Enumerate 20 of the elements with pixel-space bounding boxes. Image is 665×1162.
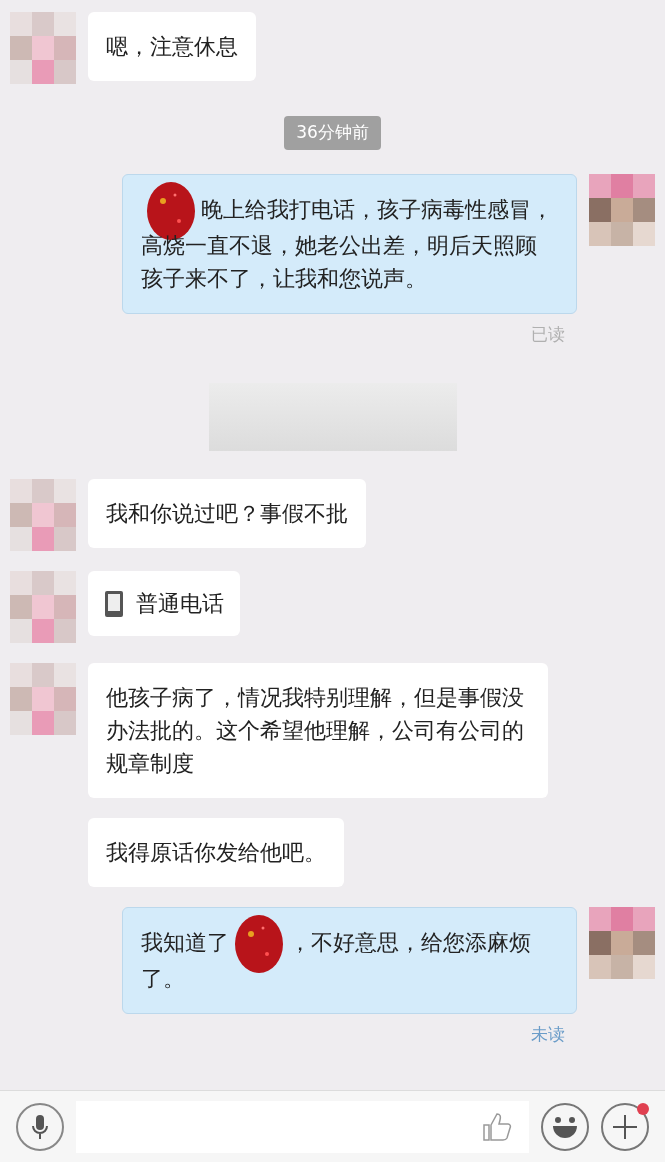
redaction-sticker [233,914,285,974]
thumbs-up-icon [481,1110,513,1143]
message-bubble: 晚上给我打电话，孩子病毒性感冒，高烧一直不退，她老公出差，明后天照顾孩子来不了，让我和您说声。 [122,173,577,314]
phone-icon [104,589,124,618]
message-bubble: 我知道了 ，不好意思，给您添麻烦了。 [122,907,577,1014]
message-bubble: 他孩子病了，情况我特别理解，但是事假没办法批的。这个希望他理解，公司有公司的规章制度 [88,663,548,798]
voice-button[interactable] [16,1102,64,1151]
plus-icon [612,1113,638,1140]
timestamp: 36分钟前 [284,116,381,150]
read-status: 未读 [531,1023,565,1046]
message-bubble: 我和你说过吧？事假不批 [88,479,366,548]
message-bubble: 嗯，注意休息 [88,12,256,81]
message-input[interactable] [76,1100,529,1153]
message-bubble: 我得原话你发给他吧。 [88,818,344,887]
smiley-icon [550,1115,580,1138]
emoji-button[interactable] [541,1102,589,1151]
call-record[interactable]: 普通电话 [88,571,240,636]
call-label: 普通电话 [136,590,224,618]
microphone-icon [31,1113,49,1140]
read-status: 已读 [531,322,565,346]
